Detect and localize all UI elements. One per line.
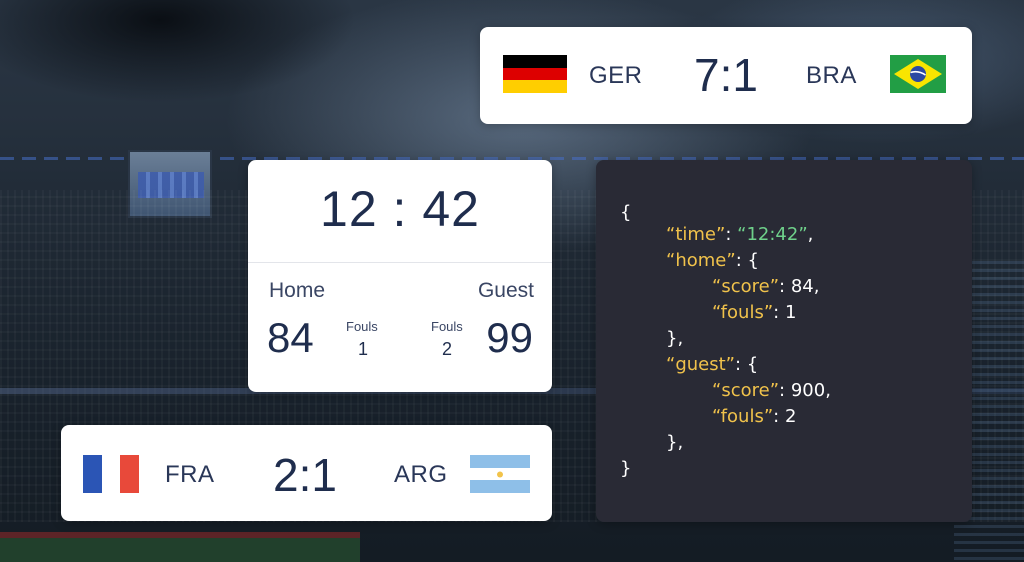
divider <box>248 262 552 263</box>
close-inner-brace: }, <box>666 432 684 453</box>
code-line-time: “time”: “12:42”, <box>666 224 814 245</box>
match-score: 2:1 <box>273 449 337 501</box>
stadium-roof-shadow <box>0 0 360 110</box>
score-key: “score” <box>712 380 780 401</box>
code-line-home-fouls: “fouls”: 1 <box>712 302 797 323</box>
brazil-flag-icon <box>890 55 946 93</box>
home-team-name: GER <box>589 62 643 89</box>
score-key: “score” <box>712 276 780 297</box>
guest-label: Guest <box>477 279 534 302</box>
fouls-key: “fouls” <box>712 302 774 323</box>
code-line-close-guest: }, <box>666 432 683 454</box>
code-line-guest-score: “score”: 900, <box>712 380 831 401</box>
code-line-open: { <box>620 202 631 224</box>
guest-score: 99 <box>486 314 533 361</box>
germany-flag-icon <box>503 55 567 93</box>
match-card-top: GER 7:1 BRA <box>480 27 972 124</box>
code-line-home-score: “score”: 84, <box>712 276 820 297</box>
guest-fouls-value: 2 <box>784 406 797 427</box>
argentina-flag-icon <box>470 455 530 493</box>
guest-key: “guest” <box>666 354 735 375</box>
home-score-value: 84 <box>790 276 814 297</box>
home-fouls-label: Fouls <box>346 319 378 334</box>
guest-fouls-value: 2 <box>442 339 453 359</box>
code-line-close: } <box>620 458 631 480</box>
pitch-edge <box>0 532 360 562</box>
home-score: 84 <box>267 314 314 361</box>
home-fouls-value: 1 <box>358 339 369 359</box>
time-value: “12:42” <box>737 224 808 245</box>
guest-score-value: 900 <box>790 380 826 401</box>
code-line-close-home: }, <box>666 328 683 350</box>
code-line-home: “home”: { <box>666 250 759 271</box>
close-brace: } <box>620 458 632 479</box>
game-clock: 12 : 42 <box>320 181 480 237</box>
home-label: Home <box>269 279 326 302</box>
close-inner-brace: }, <box>666 328 684 349</box>
time-key: “time” <box>666 224 726 245</box>
guest-team-name: BRA <box>806 62 857 89</box>
home-team-name: FRA <box>165 461 215 488</box>
home-fouls-value: 1 <box>784 302 797 323</box>
guest-team-name: ARG <box>394 461 448 488</box>
open-brace: { <box>620 202 632 223</box>
code-line-guest: “guest”: { <box>666 354 759 375</box>
match-score: 7:1 <box>694 49 758 101</box>
fouls-key: “fouls” <box>712 406 774 427</box>
json-code-panel: { “time”: “12:42”, “home”: { “score”: 84… <box>596 160 972 522</box>
home-key: “home” <box>666 250 736 271</box>
scoreboard-card: 12 : 42 Home Guest 84 Fouls 1 Fouls 2 99 <box>248 160 552 392</box>
code-line-guest-fouls: “fouls”: 2 <box>712 406 797 427</box>
match-card-bottom: FRA 2:1 ARG <box>61 425 552 521</box>
guest-fouls-label: Fouls <box>431 319 463 334</box>
france-flag-icon <box>83 455 139 493</box>
